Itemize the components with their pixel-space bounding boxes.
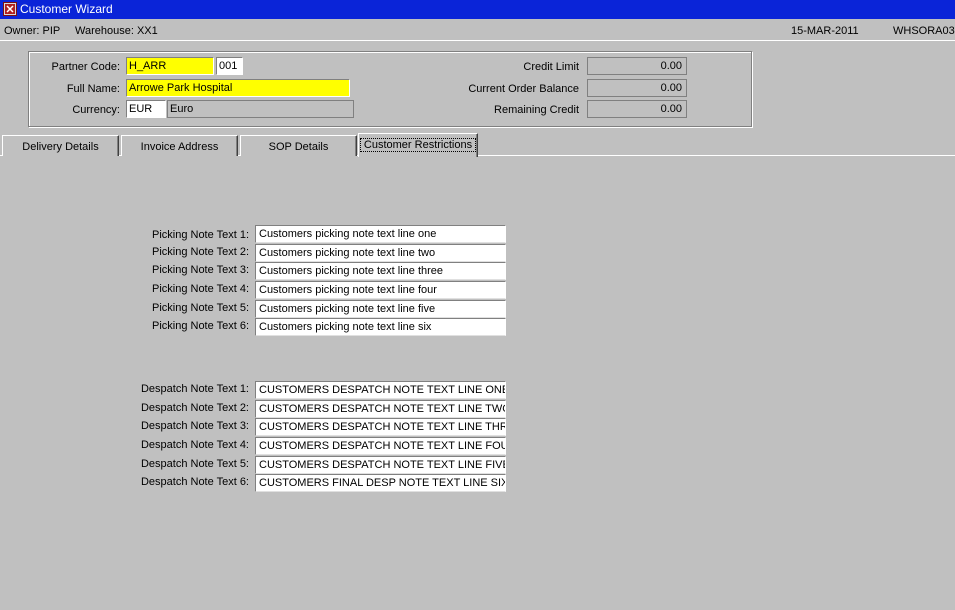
window-titlebar: Customer Wizard bbox=[0, 0, 955, 19]
despatch-note-3-field[interactable]: CUSTOMERS DESPATCH NOTE TEXT LINE THREE bbox=[255, 418, 506, 436]
current-order-balance-field: 0.00 bbox=[587, 79, 687, 97]
picking-note-4-field[interactable]: Customers picking note text line four bbox=[255, 281, 506, 299]
tab-label: SOP Details bbox=[268, 141, 329, 153]
partner-code-suffix-field[interactable]: 001 bbox=[216, 57, 243, 75]
picking-note-3-label: Picking Note Text 3: bbox=[151, 264, 249, 276]
tab-sop-details[interactable]: SOP Details bbox=[240, 135, 357, 156]
despatch-note-2-label: Despatch Note Text 2: bbox=[140, 402, 249, 414]
picking-note-5-label: Picking Note Text 5: bbox=[151, 302, 249, 314]
partner-code-field[interactable]: H_ARR bbox=[126, 57, 214, 75]
partner-code-label: Partner Code: bbox=[51, 61, 120, 73]
despatch-note-4-field[interactable]: CUSTOMERS DESPATCH NOTE TEXT LINE FOUR bbox=[255, 437, 506, 455]
tab-label: Customer Restrictions bbox=[359, 138, 477, 152]
picking-note-1-field[interactable]: Customers picking note text line one bbox=[255, 225, 506, 243]
full-name-field[interactable]: Arrowe Park Hospital bbox=[126, 79, 350, 97]
credit-limit-label: Credit Limit bbox=[523, 61, 579, 73]
remaining-credit-field: 0.00 bbox=[587, 100, 687, 118]
despatch-note-6-label: Despatch Note Text 6: bbox=[140, 476, 249, 488]
tab-label: Invoice Address bbox=[140, 141, 219, 153]
full-name-label: Full Name: bbox=[66, 83, 120, 95]
currency-code-field[interactable]: EUR bbox=[126, 100, 166, 118]
tab-label: Delivery Details bbox=[22, 141, 99, 153]
despatch-note-3-label: Despatch Note Text 3: bbox=[140, 420, 249, 432]
picking-note-2-label: Picking Note Text 2: bbox=[151, 246, 249, 258]
window-title: Customer Wizard bbox=[20, 2, 113, 16]
picking-note-1-label: Picking Note Text 1: bbox=[151, 229, 249, 241]
current-order-balance-label: Current Order Balance bbox=[468, 83, 579, 95]
warehouse-text: Warehouse: XX1 bbox=[75, 25, 158, 37]
despatch-note-4-label: Despatch Note Text 4: bbox=[140, 439, 249, 451]
form-id-text: WHSORA035 bbox=[893, 25, 955, 37]
date-text: 15-MAR-2011 bbox=[791, 25, 859, 37]
tab-invoice-address[interactable]: Invoice Address bbox=[121, 135, 238, 156]
picking-note-6-label: Picking Note Text 6: bbox=[151, 320, 249, 332]
despatch-note-5-label: Despatch Note Text 5: bbox=[140, 458, 249, 470]
despatch-note-1-field[interactable]: CUSTOMERS DESPATCH NOTE TEXT LINE ONE bbox=[255, 381, 506, 399]
despatch-note-2-field[interactable]: CUSTOMERS DESPATCH NOTE TEXT LINE TWO bbox=[255, 400, 506, 418]
credit-limit-field: 0.00 bbox=[587, 57, 687, 75]
picking-note-5-field[interactable]: Customers picking note text line five bbox=[255, 300, 506, 318]
tab-customer-restrictions[interactable]: Customer Restrictions bbox=[358, 133, 478, 157]
despatch-note-6-field[interactable]: CUSTOMERS FINAL DESP NOTE TEXT LINE SIX bbox=[255, 474, 506, 492]
tab-delivery-details[interactable]: Delivery Details bbox=[2, 135, 119, 156]
picking-note-6-field[interactable]: Customers picking note text line six bbox=[255, 318, 506, 336]
oracle-forms-icon[interactable] bbox=[3, 2, 17, 16]
picking-note-3-field[interactable]: Customers picking note text line three bbox=[255, 262, 506, 280]
despatch-note-5-field[interactable]: CUSTOMERS DESPATCH NOTE TEXT LINE FIVE bbox=[255, 456, 506, 474]
currency-name-field: Euro bbox=[167, 100, 354, 118]
picking-note-2-field[interactable]: Customers picking note text line two bbox=[255, 244, 506, 262]
picking-note-4-label: Picking Note Text 4: bbox=[151, 283, 249, 295]
despatch-note-1-label: Despatch Note Text 1: bbox=[140, 383, 249, 395]
owner-text: Owner: PIP bbox=[4, 25, 61, 37]
status-infobar: Owner: PIP Warehouse: XX1 15-MAR-2011 WH… bbox=[0, 19, 955, 41]
remaining-credit-label: Remaining Credit bbox=[494, 104, 579, 116]
currency-label: Currency: bbox=[72, 104, 120, 116]
